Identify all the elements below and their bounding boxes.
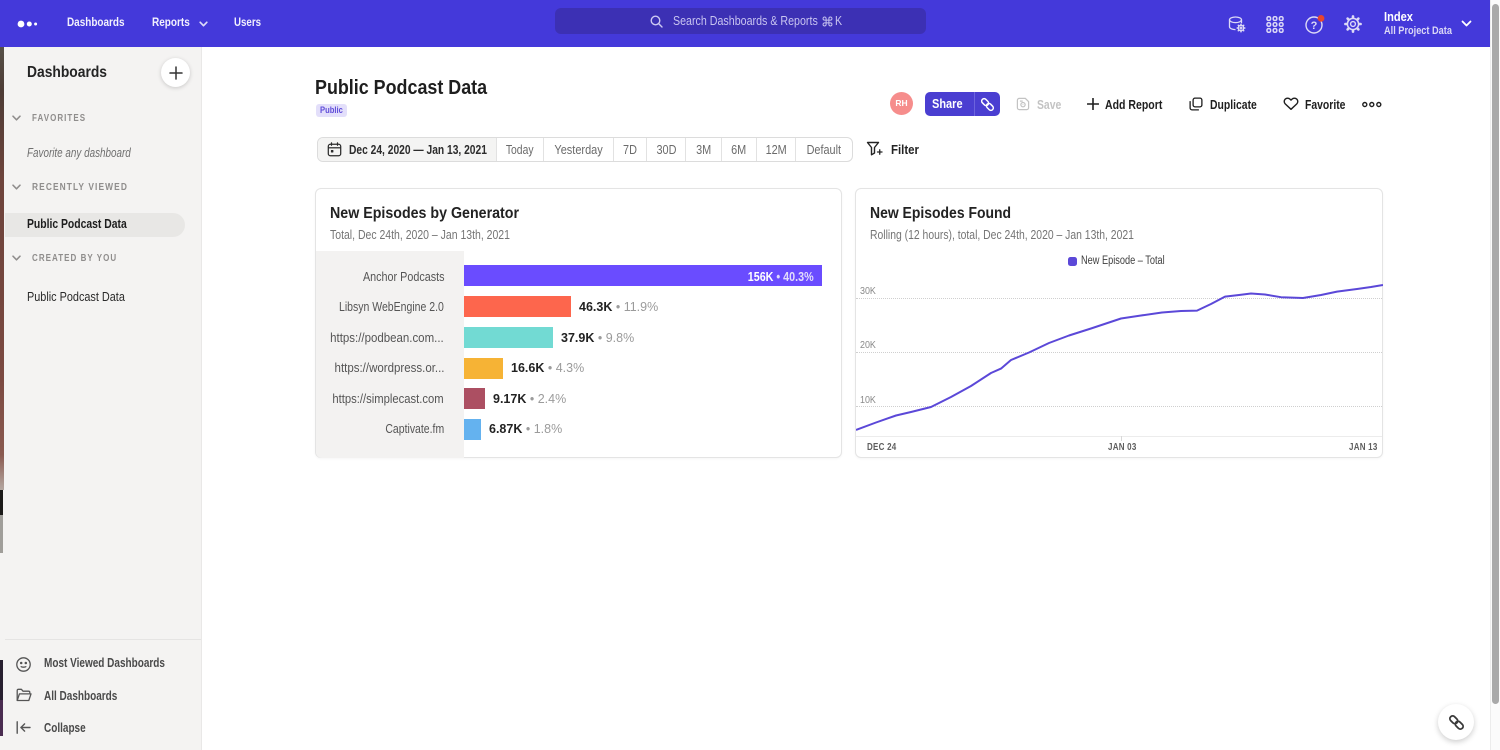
svg-text:?: ?	[1311, 20, 1318, 32]
